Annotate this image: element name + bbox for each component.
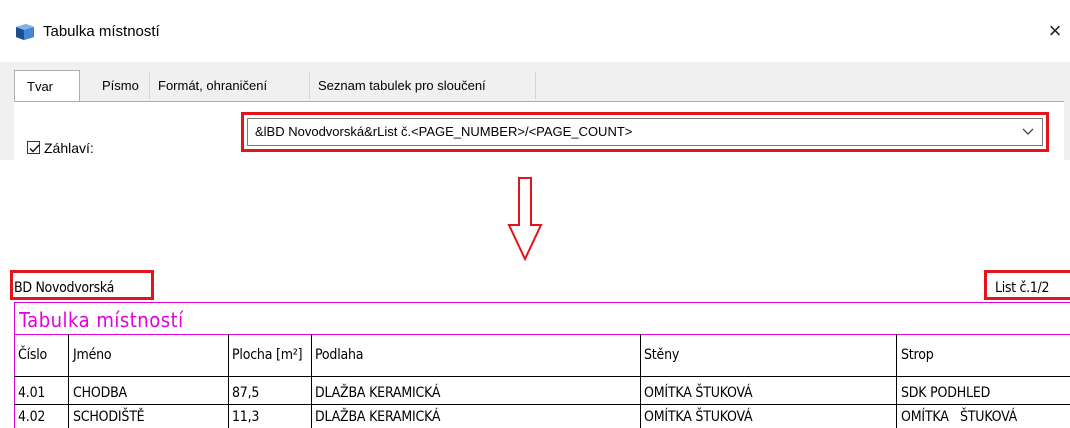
tab-pismo[interactable]: Písmo [94, 72, 150, 99]
header-combobox-value: &lBD Novodvorská&rList č.<PAGE_NUMBER>/<… [255, 124, 633, 139]
highlight-box-header-right [984, 270, 1070, 300]
table-cell: OMÍTKA ŠTUKOVÁ [901, 409, 1018, 425]
column-header-jmeno: Jméno [73, 347, 112, 363]
table-title: Tabulka místností [19, 308, 184, 332]
table-cell: 11,3 [232, 409, 260, 425]
table-preview: BD Novodvorská List č.1/2 Tabulka místno… [0, 270, 1070, 428]
table-cell: OMÍTKA ŠTUKOVÁ [644, 385, 753, 401]
table-cell: SCHODIŠTĚ [73, 409, 145, 425]
tab-seznam-tabulek[interactable]: Seznam tabulek pro sloučení [310, 72, 536, 99]
table-app-icon [16, 24, 34, 40]
title-bar: Tabulka místností × [0, 0, 1070, 62]
column-header-steny: Stěny [644, 347, 680, 363]
table-cell: CHODBA [73, 385, 127, 401]
chevron-down-icon[interactable] [1022, 128, 1034, 136]
header-checkbox-label: Záhlaví: [44, 140, 94, 156]
column-header-cislo: Číslo [18, 347, 48, 363]
table-cell: 87,5 [232, 385, 260, 401]
dialog-window: Tabulka místností × Tvar Písmo Formát, o… [0, 0, 1070, 161]
window-title: Tabulka místností [43, 23, 160, 40]
table-cell: 4.01 [18, 385, 46, 401]
table-cell: SDK PODHLED [901, 385, 991, 401]
tab-tvar[interactable]: Tvar [14, 70, 80, 101]
table-cell: DLAŽBA KERAMICKÁ [315, 385, 441, 401]
table-cell: DLAŽBA KERAMICKÁ [315, 409, 441, 425]
column-header-podlaha: Podlaha [315, 347, 364, 363]
checkmark-icon [29, 144, 40, 153]
header-checkbox[interactable] [27, 141, 40, 154]
close-icon[interactable]: × [1044, 19, 1066, 43]
down-arrow-icon [507, 177, 543, 261]
table-cell: OMÍTKA ŠTUKOVÁ [644, 409, 753, 425]
column-header-strop: Strop [901, 347, 934, 363]
table-cell: 4.02 [18, 409, 46, 425]
column-header-plocha: Plocha [m²] [232, 347, 303, 363]
highlight-box-header-left [10, 270, 154, 300]
tab-format-ohraniceni[interactable]: Formát, ohraničení [150, 72, 310, 99]
header-combobox[interactable]: &lBD Novodvorská&rList č.<PAGE_NUMBER>/<… [247, 118, 1043, 146]
